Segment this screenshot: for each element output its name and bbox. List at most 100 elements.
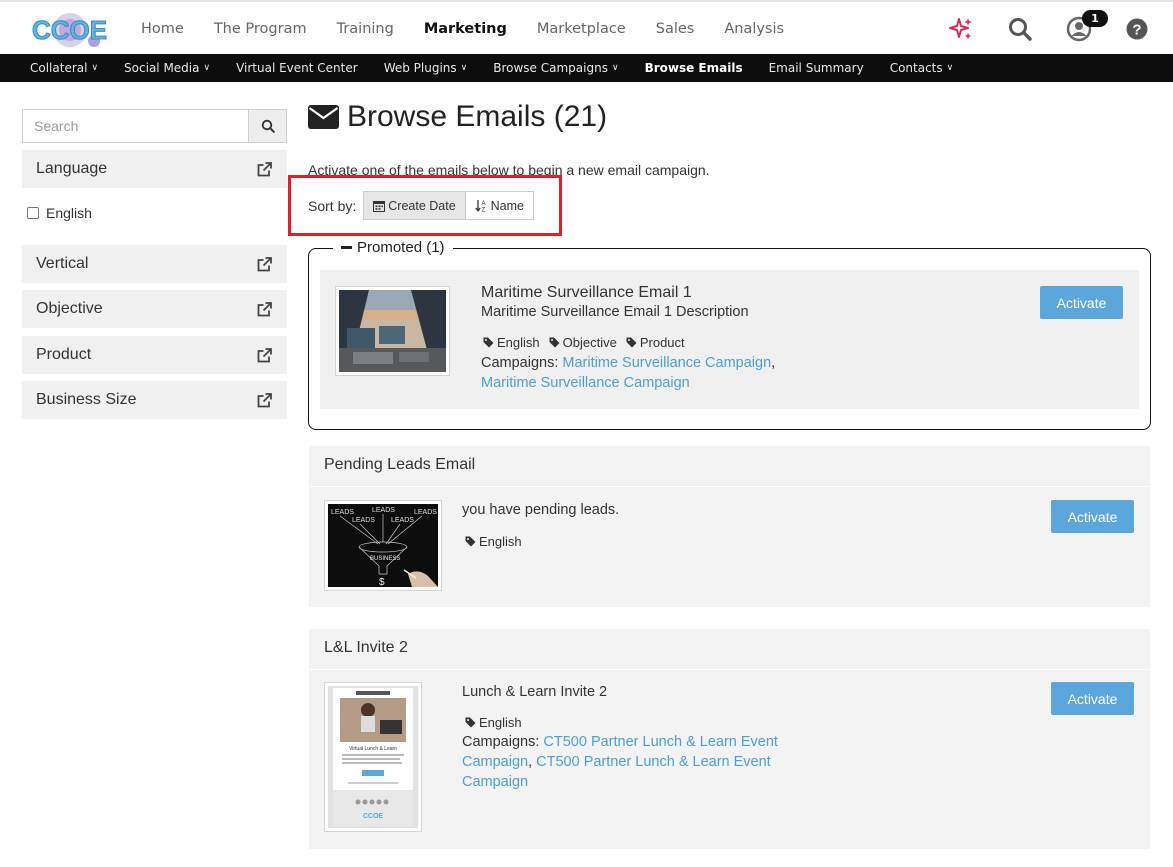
envelope-icon xyxy=(308,105,339,129)
help-icon[interactable]: ? xyxy=(1124,16,1150,42)
activate-button[interactable]: Activate xyxy=(1051,682,1134,715)
email-thumbnail[interactable]: LEADS LEADS LEADS LEADS LEADS BUSINESS $ xyxy=(324,500,442,591)
email-tags: English xyxy=(465,534,531,549)
notification-badge: 1 xyxy=(1082,10,1108,27)
chevron-down-icon: ∨ xyxy=(203,63,211,73)
search-button[interactable] xyxy=(248,110,286,142)
page-title: Browse Emails (21) xyxy=(308,100,607,134)
tag-english[interactable]: English xyxy=(465,534,522,549)
sort-controls: Sort by: Create Date A Z Name xyxy=(308,191,534,220)
thumb-text: LEADS xyxy=(391,517,414,524)
chevron-down-icon: ∨ xyxy=(460,63,468,73)
svg-text:?: ? xyxy=(1132,22,1141,39)
activate-button[interactable]: Activate xyxy=(1040,286,1123,319)
promoted-group: Promoted (1) Maritime Surveillance Email… xyxy=(308,239,1151,430)
subnav-contacts[interactable]: Contacts ∨ xyxy=(890,61,954,75)
subnav-browse-emails[interactable]: Browse Emails xyxy=(645,61,743,75)
tag-product[interactable]: Product xyxy=(626,335,685,350)
thumb-text: LEADS xyxy=(414,509,437,516)
facet-language[interactable]: Language xyxy=(22,150,287,188)
svg-text:Z: Z xyxy=(481,208,485,213)
email-section-title[interactable]: Pending Leads Email xyxy=(324,456,475,474)
subnav-email-summary[interactable]: Email Summary xyxy=(769,61,864,75)
subnav-collateral[interactable]: Collateral ∨ xyxy=(30,61,98,75)
tag-english[interactable]: English xyxy=(483,335,540,350)
thumb-text: LEADS xyxy=(352,517,375,524)
nav-training[interactable]: Training xyxy=(337,21,394,37)
sidebar-search xyxy=(22,109,287,143)
subnav-social-media[interactable]: Social Media ∨ xyxy=(124,61,210,75)
main-nav: Home The Program Training Marketing Mark… xyxy=(126,2,799,56)
tag-objective[interactable]: Objective xyxy=(549,335,617,350)
thumb-text: $ xyxy=(379,577,385,587)
external-link-icon[interactable] xyxy=(256,347,273,364)
email-tags: English xyxy=(465,715,531,730)
collapse-icon xyxy=(341,246,352,249)
subnav-browse-campaigns[interactable]: Browse Campaigns ∨ xyxy=(493,61,618,75)
external-link-icon[interactable] xyxy=(256,301,273,318)
tag-icon xyxy=(483,337,494,348)
sort-label: Sort by: xyxy=(308,197,357,214)
email-description: you have pending leads. xyxy=(462,502,620,518)
email-tags: English Objective Product xyxy=(483,335,694,350)
facet-vertical[interactable]: Vertical xyxy=(22,245,287,283)
promoted-legend[interactable]: Promoted (1) xyxy=(333,239,453,256)
nav-marketplace[interactable]: Marketplace xyxy=(537,21,626,37)
facet-objective[interactable]: Objective xyxy=(22,290,287,328)
svg-text:A: A xyxy=(481,201,485,207)
ccoe-logo[interactable]: CCOE xyxy=(30,11,108,49)
email-thumbnail[interactable]: Virtual Lunch & Learn CCOE xyxy=(324,682,422,832)
divider xyxy=(309,486,1150,487)
email-section: Pending Leads Email LEADS LEADS LEADS LE… xyxy=(309,446,1150,607)
ship-bridge-image xyxy=(339,290,446,372)
email-campaigns: Campaigns: CT500 Partner Lunch & Learn E… xyxy=(462,734,778,790)
nav-analysis[interactable]: Analysis xyxy=(724,21,784,37)
nav-sales[interactable]: Sales xyxy=(656,21,695,37)
email-card: Maritime Surveillance Email 1 Maritime S… xyxy=(320,270,1139,409)
email-description: Maritime Surveillance Email 1 Descriptio… xyxy=(481,304,749,320)
campaign-link[interactable]: Maritime Surveillance Campaign xyxy=(562,355,771,371)
nav-the-program[interactable]: The Program xyxy=(214,21,307,37)
tag-icon xyxy=(626,337,637,348)
sort-name-button[interactable]: A Z Name xyxy=(465,191,534,220)
email-campaigns: Campaigns: Maritime Surveillance Campaig… xyxy=(481,355,776,391)
subnav-virtual-event-center[interactable]: Virtual Event Center xyxy=(236,61,358,75)
nav-home[interactable]: Home xyxy=(141,21,184,37)
lunch-invite-image: Virtual Lunch & Learn CCOE xyxy=(328,686,418,828)
funnel-chalkboard-image: LEADS LEADS LEADS LEADS LEADS BUSINESS $ xyxy=(328,504,438,588)
search-icon[interactable] xyxy=(1007,16,1033,42)
sparkle-icon[interactable] xyxy=(948,16,974,42)
top-navbar: CCOE Home The Program Training Marketing… xyxy=(0,0,1173,54)
filter-sidebar: Language English Vertical Objective Prod… xyxy=(22,109,287,419)
thumb-text: Virtual Lunch & Learn xyxy=(349,746,397,752)
tag-icon xyxy=(549,337,560,348)
tag-english[interactable]: English xyxy=(465,715,522,730)
thumb-text: LEADS xyxy=(372,507,395,514)
email-thumbnail[interactable] xyxy=(335,286,450,376)
calendar-icon xyxy=(373,200,386,212)
email-section-title[interactable]: L&L Invite 2 xyxy=(324,639,408,657)
email-title[interactable]: Maritime Surveillance Email 1 xyxy=(481,284,692,302)
sort-create-date-button[interactable]: Create Date xyxy=(363,191,466,220)
facet-business-size[interactable]: Business Size xyxy=(22,381,287,419)
language-english-option[interactable]: English xyxy=(27,205,92,221)
facet-product[interactable]: Product xyxy=(22,336,287,374)
tag-icon xyxy=(465,536,476,547)
svg-text:CCOE: CCOE xyxy=(32,15,107,45)
activate-button[interactable]: Activate xyxy=(1051,500,1134,533)
external-link-icon[interactable] xyxy=(256,161,273,178)
thumb-text: LEADS xyxy=(331,509,354,516)
thumb-text: BUSINESS xyxy=(370,556,400,562)
search-icon xyxy=(261,119,275,133)
external-link-icon[interactable] xyxy=(256,392,273,409)
page-heading: Browse Emails (21) xyxy=(347,100,608,133)
external-link-icon[interactable] xyxy=(256,256,273,273)
campaign-link[interactable]: Maritime Surveillance Campaign xyxy=(481,375,690,391)
subnav-web-plugins[interactable]: Web Plugins ∨ xyxy=(384,61,468,75)
thumb-text: CCOE xyxy=(363,813,384,820)
search-input[interactable] xyxy=(23,110,249,142)
english-checkbox[interactable] xyxy=(27,207,39,219)
chevron-down-icon: ∨ xyxy=(611,63,619,73)
nav-marketing[interactable]: Marketing xyxy=(424,21,507,37)
divider xyxy=(309,669,1150,670)
